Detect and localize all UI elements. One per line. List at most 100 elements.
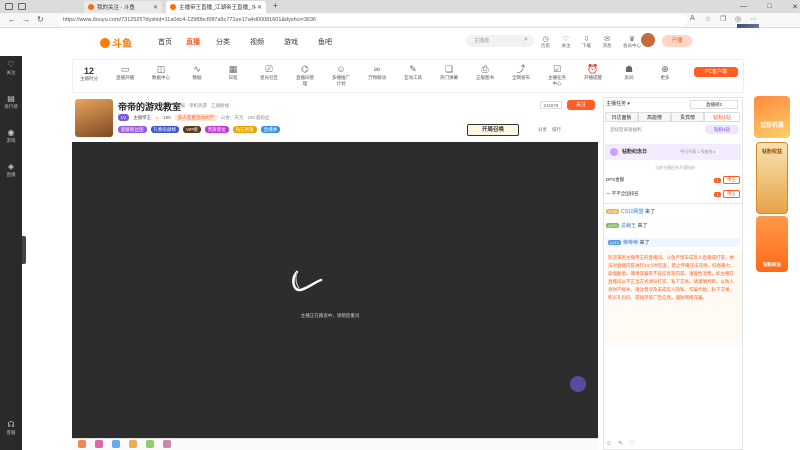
tab-daily[interactable]: 日达面板 — [605, 112, 638, 122]
vip-button[interactable]: ♛ 会员中心 — [623, 35, 641, 49]
sidebar-item-follow[interactable]: ♡ 关注 — [0, 60, 22, 76]
fan-badge-sub: 当前主播还未开通钻粉 — [655, 165, 695, 170]
tab-diamond-fans[interactable]: 钻粉1钻 — [704, 112, 740, 122]
rank-tab-label[interactable]: 主播任务 ▾ — [606, 100, 630, 107]
tool-more[interactable]: ⊕ 更多 — [654, 63, 676, 81]
row-btn[interactable]: 帝王 — [723, 190, 740, 198]
chat-user[interactable]: CS10网盟 — [621, 209, 644, 215]
nav-game[interactable]: 游戏 — [284, 37, 298, 47]
left-sidebar — [0, 56, 22, 450]
nav-video[interactable]: 视频 — [250, 37, 264, 47]
row-btn[interactable]: 帝王 — [723, 176, 740, 184]
tool-schedule[interactable]: ▦ 日程 — [222, 63, 244, 81]
sidebar-item-rank[interactable]: ▤ 排行榜 — [0, 94, 22, 110]
close-tab-icon[interactable]: ✕ — [153, 4, 158, 11]
maximize-icon[interactable]: □ — [767, 3, 771, 10]
forward-icon[interactable]: → — [22, 15, 30, 24]
season-badge[interactable]: 直播季 — [260, 126, 281, 133]
nav-category[interactable]: 分类 — [216, 37, 230, 47]
share-button[interactable]: 分享 — [538, 127, 547, 133]
floating-assistant-icon[interactable] — [570, 376, 586, 392]
back-icon[interactable]: ← — [8, 15, 16, 24]
follow-button[interactable]: ♡ 关注 — [562, 35, 571, 49]
tool-publish[interactable]: ⤴ 全网发布 — [510, 63, 532, 81]
tab-actions-icon[interactable] — [5, 3, 13, 10]
tool-community[interactable]: ⎚ 星光社区 — [258, 63, 280, 81]
gift-rank-badge[interactable]: 礼物贡献榜 — [150, 126, 179, 133]
tab-vip[interactable]: 贵宾榜 — [671, 112, 704, 122]
diamond-fan-button[interactable]: 钻粉1钻 — [705, 125, 739, 134]
fans-icon[interactable]: ♡ — [629, 440, 634, 447]
follow-button-main[interactable]: 关注 — [567, 100, 595, 110]
refresh-icon[interactable]: ↻ — [37, 15, 44, 24]
chat-user[interactable]: 帝帝帝 — [623, 240, 638, 246]
gift-icon[interactable] — [146, 440, 154, 448]
close-window-icon[interactable]: ✕ — [792, 3, 798, 11]
tab-high-energy[interactable]: 高能榜 — [638, 112, 671, 122]
read-aloud-icon[interactable]: A — [690, 15, 695, 22]
history-label: 历史 — [541, 43, 550, 48]
noble-badge[interactable]: 贵族席位 — [204, 126, 229, 133]
search-icon[interactable]: ⌕ — [524, 36, 528, 44]
rank-dropdown[interactable]: 直播榜2 — [690, 100, 738, 109]
nav-home[interactable]: 首页 — [158, 37, 172, 47]
download-button[interactable]: ⇩ 下载 — [582, 35, 591, 49]
extensions-icon[interactable]: ⋯ — [750, 15, 757, 23]
browser-tab-live[interactable]: 主播帝王直播_江湖帝王直播_斗... ✕ — [166, 1, 266, 13]
anchor-level[interactable]: 12 主播时分 — [80, 66, 98, 82]
minimize-icon[interactable]: — — [740, 3, 747, 10]
chat-user[interactable]: 总裁王 — [621, 223, 636, 229]
favorite-star-icon[interactable]: ☆ — [705, 15, 711, 23]
gift-icon[interactable] — [78, 440, 86, 448]
close-tab-icon[interactable]: ✕ — [257, 4, 262, 11]
tool-reminder[interactable]: ⏰ 开播提醒 — [582, 63, 604, 81]
browser-tab-follow[interactable]: 我的关注 - 斗鱼 ✕ — [84, 1, 162, 13]
vip-rank-badge[interactable]: VIP榜 — [183, 126, 201, 133]
gift-icon[interactable] — [95, 440, 103, 448]
open-live-button[interactable]: 开播 — [662, 35, 692, 47]
user-avatar[interactable] — [641, 33, 655, 47]
tool-room-manage[interactable]: ⌬ 直播间管理 — [294, 63, 316, 87]
rank-button[interactable]: 排行 — [552, 127, 561, 133]
url-field[interactable]: https://www.douyu.com/7312525?dyshid=11a… — [57, 15, 687, 26]
ad-wish-banner[interactable] — [754, 96, 790, 138]
report-link[interactable]: 举报 — [176, 103, 185, 109]
multi-mic-badge[interactable]: 多人连麦活动大厅 — [174, 114, 217, 121]
emoji-icon[interactable]: ☺ — [606, 441, 612, 447]
douyu-logo[interactable]: 斗鱼 — [100, 35, 132, 50]
tool-start-live[interactable]: ▭ 直播开播 — [114, 63, 136, 81]
tool-books[interactable]: ⎙ 正版图书 — [474, 63, 496, 81]
tool-interact[interactable]: ✎ 互动工具 — [402, 63, 424, 81]
pc-client-button[interactable]: PC客户端 — [694, 67, 738, 77]
sidebar-item-game[interactable]: ◉ 游戏 — [0, 128, 22, 144]
category-tag[interactable]: 单机热游 — [189, 103, 207, 109]
danmaku-style-icon[interactable]: ✎ — [618, 440, 623, 447]
tool-danmaku[interactable]: ❏ 热门弹幕 — [438, 63, 460, 81]
gift-icon[interactable] — [112, 440, 120, 448]
treasure-button[interactable]: 开局召唤 — [467, 124, 519, 136]
tool-room[interactable]: ☗ 房间 — [618, 63, 640, 81]
streamer-avatar[interactable] — [75, 99, 113, 137]
super-fans-badge[interactable]: 超级粉丝团 — [118, 126, 147, 133]
tool-tasks[interactable]: ☑ 主播任务中心 — [546, 63, 568, 87]
gift-icon[interactable] — [163, 440, 171, 448]
diamond-badge[interactable]: 钻石贵族 — [232, 126, 257, 133]
nav-live[interactable]: 直播 — [186, 37, 200, 47]
new-tab-button[interactable]: + — [273, 1, 278, 10]
workspaces-icon[interactable] — [18, 3, 26, 10]
sub-tag[interactable]: 江湖射线 — [211, 103, 229, 109]
history-button[interactable]: ◷ 历史 — [541, 35, 550, 49]
tool-promo[interactable]: ☺ 多播推广计划 — [330, 63, 352, 87]
message-button[interactable]: ✉ 消息 — [603, 35, 612, 49]
sidebar-item-live[interactable]: ◈ 直播 — [0, 162, 22, 178]
video-player[interactable] — [72, 142, 598, 438]
tool-data-center[interactable]: ◫ 数据中心 — [150, 63, 172, 81]
tool-data[interactable]: ∿ 数据 — [186, 63, 208, 81]
nav-fishbar[interactable]: 鱼吧 — [318, 37, 332, 47]
collections-icon[interactable]: ❐ — [720, 15, 726, 23]
sidebar-collapse-handle[interactable] — [22, 236, 26, 264]
sidebar-item-service[interactable]: ☊ 客服 — [0, 420, 22, 436]
gift-icon[interactable] — [129, 440, 137, 448]
profile-icon[interactable]: ◎ — [735, 15, 741, 23]
tool-link[interactable]: ∞ 万物联动 — [366, 63, 388, 81]
